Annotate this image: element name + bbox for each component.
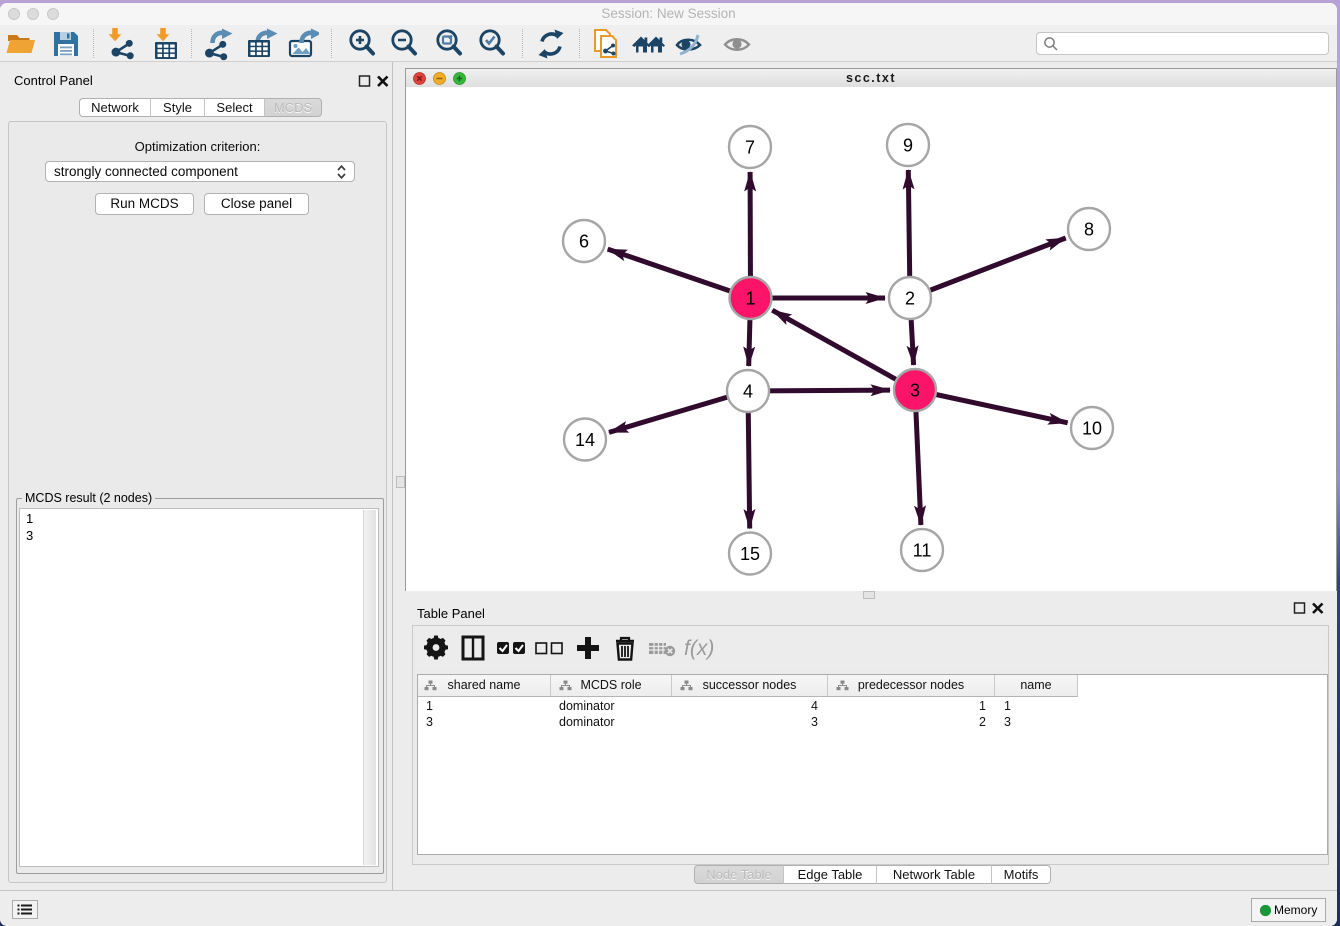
svg-text:f(x): f(x) bbox=[684, 637, 714, 660]
svg-text:9: 9 bbox=[903, 136, 913, 156]
svg-text:14: 14 bbox=[575, 430, 595, 450]
svg-text:15: 15 bbox=[740, 544, 760, 564]
svg-text:11: 11 bbox=[913, 541, 932, 561]
svg-text:1: 1 bbox=[745, 289, 755, 309]
svg-text:2: 2 bbox=[905, 289, 915, 309]
svg-text:7: 7 bbox=[745, 138, 755, 158]
svg-text:8: 8 bbox=[1084, 220, 1094, 240]
svg-text:4: 4 bbox=[743, 382, 753, 402]
svg-text:10: 10 bbox=[1082, 419, 1102, 439]
svg-text:3: 3 bbox=[910, 381, 920, 401]
svg-text:6: 6 bbox=[579, 232, 589, 252]
